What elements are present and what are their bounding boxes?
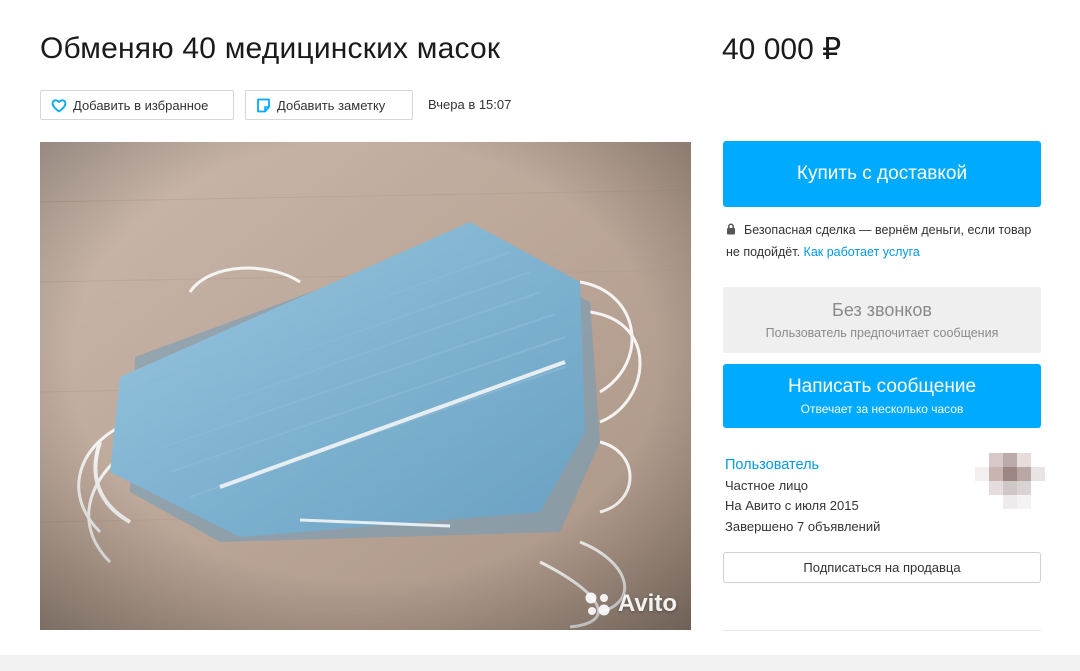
posted-date: Вчера в 15:07 — [428, 97, 512, 112]
seller-since: На Авито с июля 2015 — [725, 498, 859, 513]
add-to-favorites-label: Добавить в избранное — [73, 97, 209, 113]
seller-name-link[interactable]: Пользователь — [725, 455, 975, 476]
lock-icon — [726, 221, 736, 242]
response-time-label: Отвечает за несколько часов — [800, 402, 964, 416]
how-it-works-link[interactable]: Как работает услуга — [804, 245, 920, 259]
seller-info: Пользователь Частное лицо На Авито с июл… — [725, 455, 975, 537]
subscribe-to-seller-button[interactable]: Подписаться на продавца — [723, 552, 1041, 583]
divider — [723, 630, 1041, 631]
seller-completed-ads: Завершено 7 объявлений — [725, 518, 881, 534]
listing-price: 40 000 ₽ — [722, 33, 842, 66]
subscribe-to-seller-label: Подписаться на продавца — [803, 560, 961, 575]
add-note-label: Добавить заметку — [277, 97, 386, 113]
avito-watermark: Avito — [584, 590, 677, 618]
avatar[interactable] — [975, 453, 1045, 523]
buy-with-delivery-button[interactable]: Купить с доставкой — [723, 141, 1041, 207]
listing-title: Обменяю 40 медицинских масок — [40, 32, 501, 65]
seller-type: Частное лицо — [725, 477, 808, 493]
avito-logo-icon — [585, 592, 610, 616]
add-note-button[interactable]: Добавить заметку — [245, 90, 413, 120]
listing-photo[interactable]: Avito — [40, 142, 691, 630]
no-calls-subtitle: Пользователь предпочитает сообщения — [765, 326, 999, 340]
buy-with-delivery-label: Купить с доставкой — [796, 163, 968, 184]
heart-icon — [51, 98, 67, 112]
write-message-button[interactable]: Написать сообщение Отвечает за несколько… — [723, 364, 1041, 428]
write-message-label: Написать сообщение — [787, 376, 977, 397]
footer-strip — [0, 655, 1080, 671]
avito-watermark-text: Avito — [617, 590, 677, 617]
note-icon — [257, 98, 270, 112]
no-calls-notice: Без звонков Пользователь предпочитает со… — [723, 287, 1041, 353]
add-to-favorites-button[interactable]: Добавить в избранное — [40, 90, 234, 120]
safe-deal-info: Безопасная сделка — вернём деньги, если … — [726, 220, 1046, 263]
masks-image — [40, 142, 691, 630]
no-calls-title: Без звонков — [832, 300, 932, 320]
